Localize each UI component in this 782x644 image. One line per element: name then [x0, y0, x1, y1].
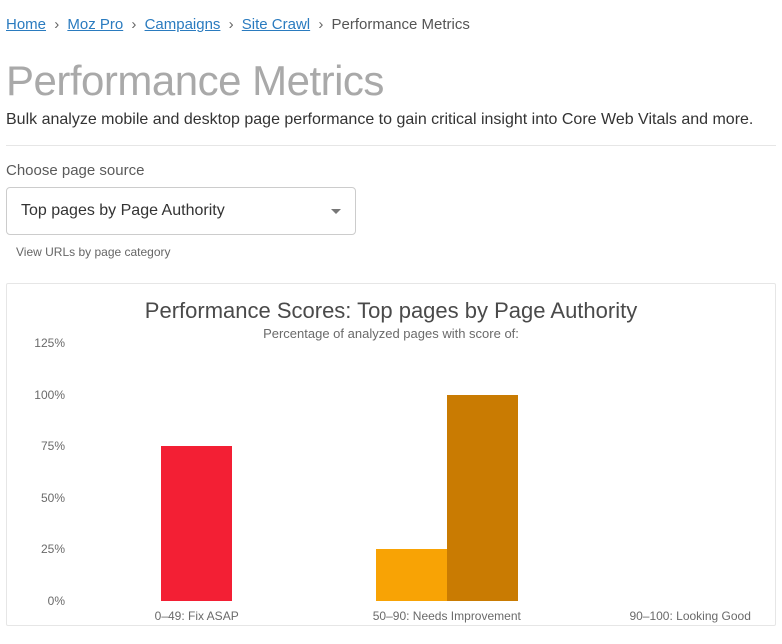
chart-panel: Performance Scores: Top pages by Page Au… — [6, 283, 776, 626]
page-source-helper: View URLs by page category — [16, 245, 776, 259]
y-tick-label: 25% — [41, 542, 65, 556]
breadcrumb-site-crawl[interactable]: Site Crawl — [242, 16, 310, 33]
y-tick-label: 75% — [41, 439, 65, 453]
page-source-selected-value: Top pages by Page Authority — [21, 202, 225, 220]
caret-down-icon — [331, 209, 341, 214]
page-subtitle: Bulk analyze mobile and desktop page per… — [6, 111, 776, 129]
breadcrumb-current: Performance Metrics — [331, 16, 469, 33]
chevron-right-icon: › — [54, 16, 63, 33]
page-title: Performance Metrics — [6, 57, 776, 105]
y-tick-label: 50% — [41, 491, 65, 505]
y-axis: 0%25%50%75%100%125% — [25, 343, 69, 601]
chart-title: Performance Scores: Top pages by Page Au… — [25, 298, 757, 324]
x-tick-label: 90–100: Looking Good — [629, 609, 750, 623]
chart-subtitle: Percentage of analyzed pages with score … — [25, 326, 757, 341]
chevron-right-icon: › — [131, 16, 140, 33]
y-tick-label: 125% — [34, 336, 65, 350]
bar-fix-asap — [161, 446, 232, 601]
bar-needs-improvement-b — [447, 395, 518, 601]
chart-plot-area — [75, 343, 751, 601]
bar-chart: 0%25%50%75%100%125% 0–49: Fix ASAP50–90:… — [25, 343, 757, 625]
breadcrumb-moz-pro[interactable]: Moz Pro — [67, 16, 123, 33]
bar-needs-improvement-a — [376, 549, 447, 601]
x-tick-label: 50–90: Needs Improvement — [373, 609, 521, 623]
y-tick-label: 0% — [48, 594, 65, 608]
y-tick-label: 100% — [34, 388, 65, 402]
breadcrumb-home[interactable]: Home — [6, 16, 46, 33]
chevron-right-icon: › — [318, 16, 327, 33]
x-tick-label: 0–49: Fix ASAP — [155, 609, 239, 623]
breadcrumb: Home › Moz Pro › Campaigns › Site Crawl … — [6, 10, 776, 43]
page-source-select[interactable]: Top pages by Page Authority — [6, 187, 356, 235]
x-axis-labels: 0–49: Fix ASAP 50–90: Needs Improvement 90… — [75, 603, 751, 625]
source-field-label: Choose page source — [6, 162, 776, 179]
chevron-right-icon: › — [229, 16, 238, 33]
breadcrumb-campaigns[interactable]: Campaigns — [145, 16, 221, 33]
divider — [6, 145, 776, 146]
